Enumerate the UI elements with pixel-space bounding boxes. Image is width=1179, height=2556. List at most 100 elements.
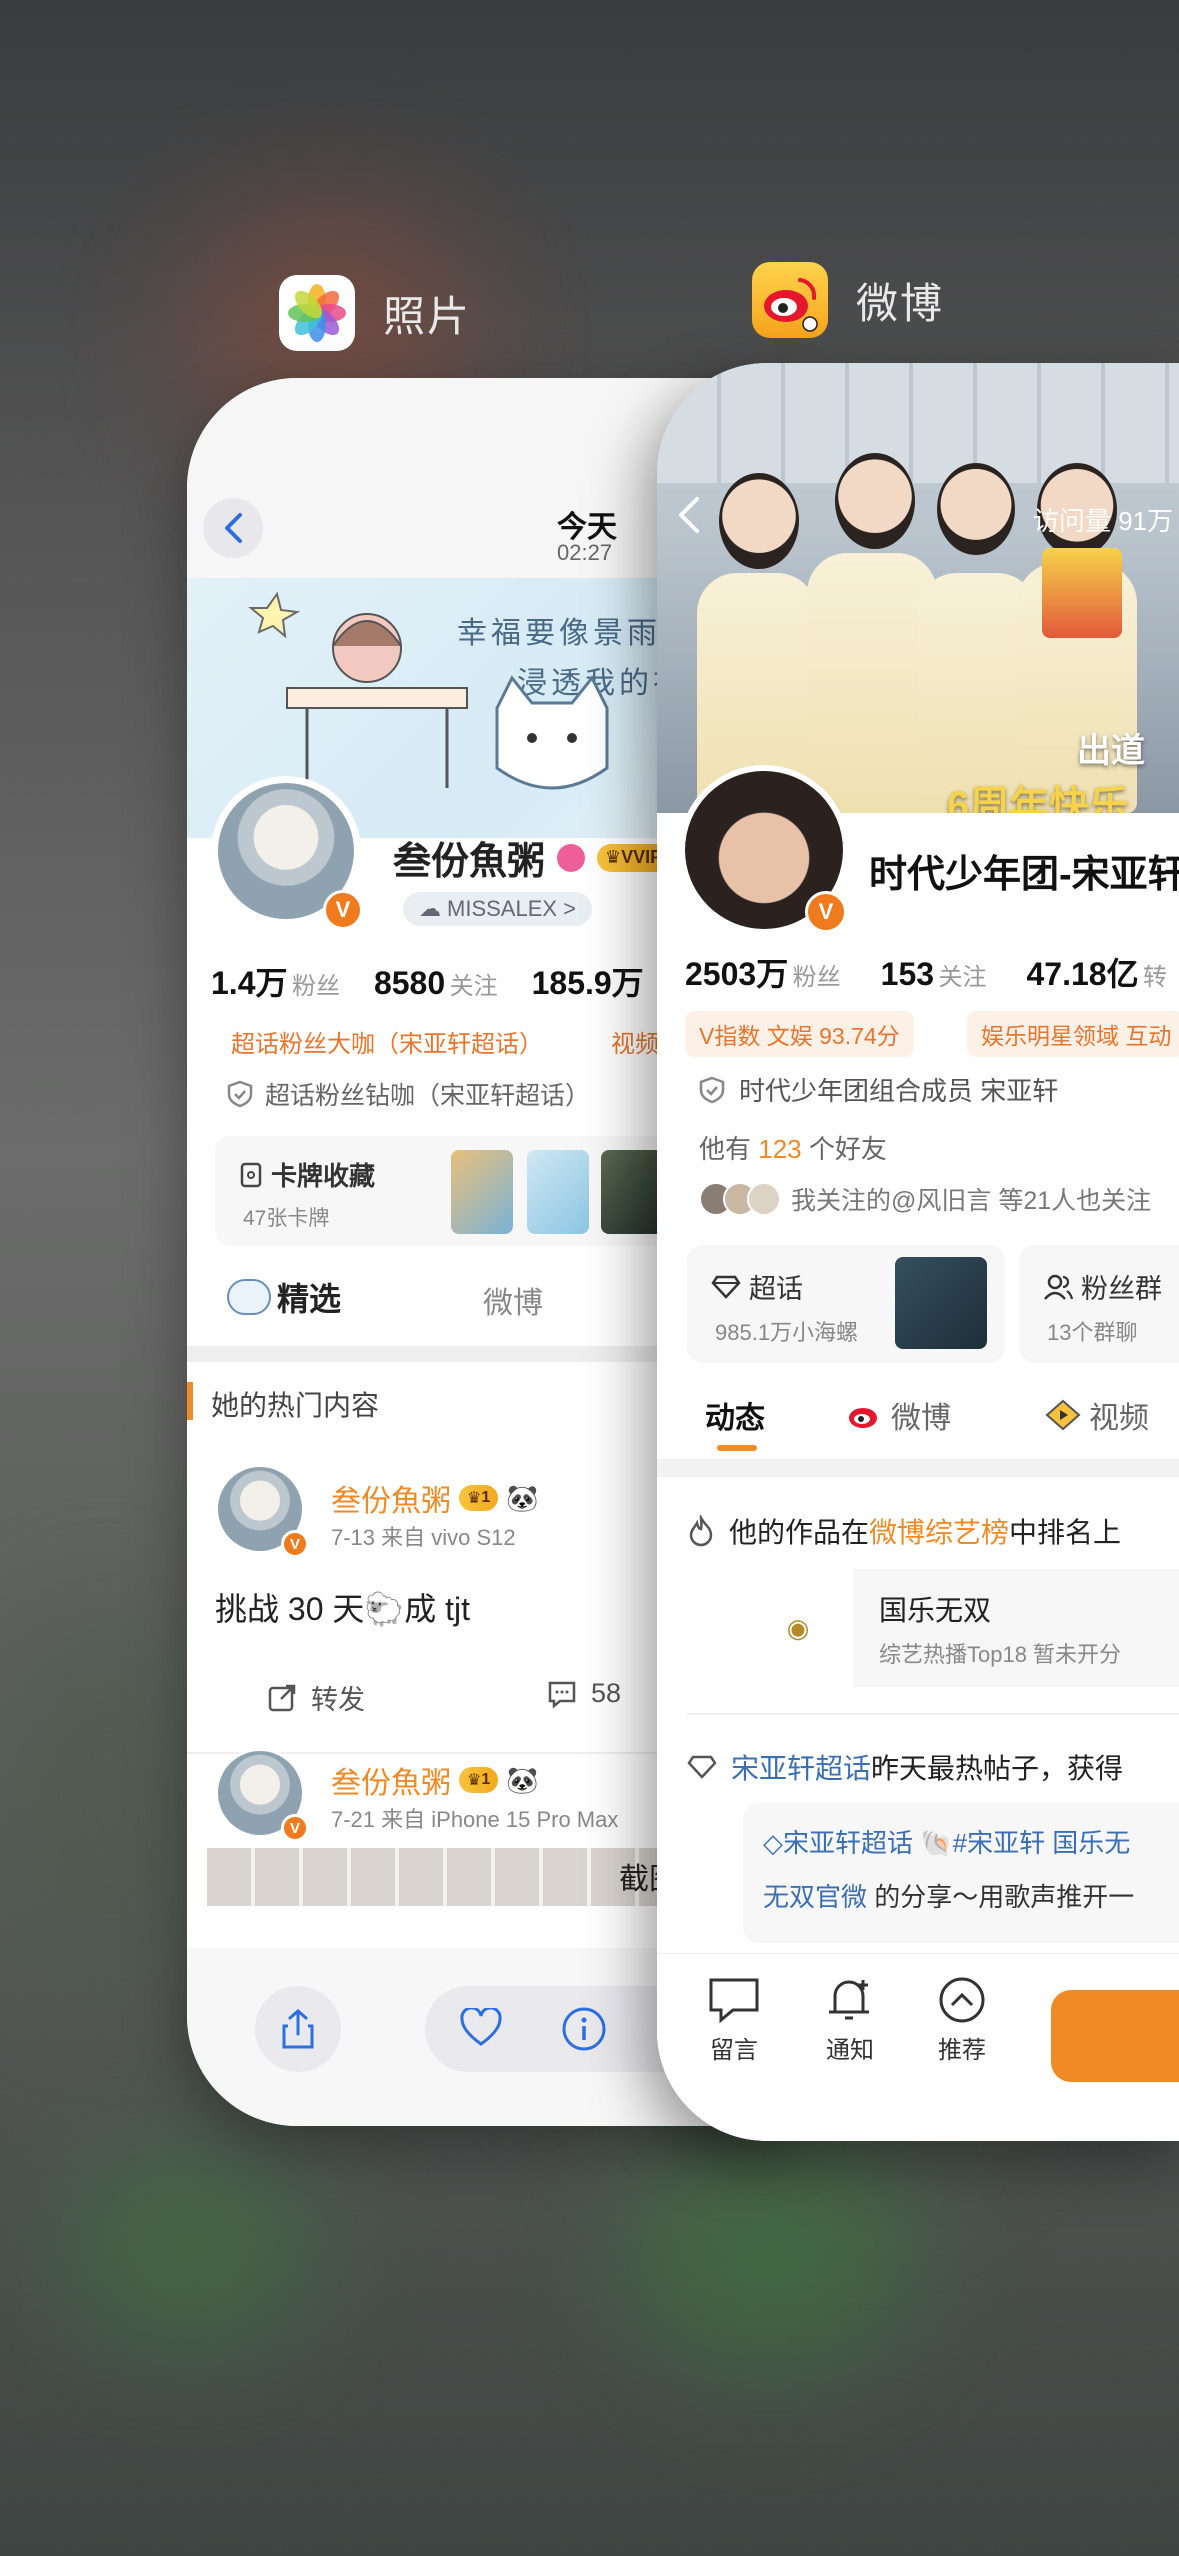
post1-text: 挑战 30 天🐑成 tjt [215, 1591, 471, 1627]
panda-icon: 🐼 [506, 1482, 539, 1513]
tab-dynamics[interactable]: 动态 [705, 1393, 765, 1437]
weibo-bottom-bar: 留言 通知 推荐 [657, 1953, 1179, 2141]
weibo-verified-badge: V [805, 891, 847, 933]
info-button[interactable] [561, 2006, 607, 2057]
weibo-profile-name: 时代少年团-宋亚轩 [869, 854, 1179, 896]
comment-button[interactable]: 58 [547, 1678, 621, 1709]
share-button[interactable] [255, 1986, 341, 2072]
back-button[interactable] [203, 498, 263, 558]
favorite-button[interactable] [459, 2006, 503, 2053]
v-index-chip[interactable]: V指数 文娱 93.74分 [685, 1011, 914, 1057]
stat-fans[interactable]: 1.4万 粉丝 [211, 958, 340, 1004]
search-badge-icon [557, 843, 586, 872]
recommend-button[interactable]: 推荐 [937, 1976, 987, 2065]
ranking-feed-item[interactable]: 他的作品在微博综艺榜中排名上 [687, 1511, 1121, 1551]
tab-divider [657, 1459, 1179, 1477]
show-logo: ◉ [743, 1569, 853, 1687]
tab-weibo[interactable]: 微博 [483, 1278, 543, 1322]
comment-icon [548, 1681, 576, 1709]
feed-divider [687, 1713, 1179, 1715]
weibo-app-label[interactable]: 微博 [752, 262, 944, 338]
follow-button[interactable] [1051, 1990, 1179, 2082]
quoted-post[interactable]: ◇宋亚轩超话 🐚#宋亚轩 国乐无 无双官微 的分享～用歌声推开一 [743, 1803, 1179, 1943]
tab-selected[interactable]: 精选 [227, 1274, 341, 1320]
stat-likes[interactable]: 185.9万 [532, 958, 644, 1004]
post1-author[interactable]: 叁份魚粥 [331, 1476, 451, 1520]
info-icon [562, 2007, 606, 2051]
show-title: 国乐无双 [879, 1595, 992, 1626]
message-button[interactable]: 留言 [707, 1976, 761, 2065]
supertopic-members: 985.1万小海螺 [715, 1320, 859, 1345]
visit-count: 访问量 91万 [1033, 506, 1174, 536]
post2-author[interactable]: 叁份魚粥 [331, 1758, 451, 1802]
card-collection[interactable]: 卡牌收藏 47张卡牌 [215, 1136, 665, 1246]
level-badge: ♛ 1 [459, 1485, 499, 1511]
verified-info: 时代少年团组合成员 宋亚轩 [699, 1071, 1058, 1108]
card-thumb-3 [601, 1150, 663, 1234]
message-icon [709, 1978, 759, 2024]
card-thumb-1 [451, 1150, 513, 1234]
profile-avatar[interactable]: V [211, 776, 363, 930]
card-thumb-2 [527, 1150, 589, 1234]
post2-image-strip[interactable] [207, 1848, 667, 1906]
profile-stats: 1.4万 粉丝 8580 关注 185.9万 [211, 958, 644, 1004]
cover-text-1: 出道 [1077, 732, 1145, 770]
profile-name: 叁份魚粥 [393, 841, 546, 883]
post2-meta: 7-21 来自 iPhone 15 Pro Max [331, 1807, 619, 1832]
pig-icon [227, 1279, 271, 1315]
supertopic-tag[interactable]: 超话粉丝大咖（宋亚轩超话） [231, 1024, 543, 1059]
fan-group-card[interactable]: 粉丝群 13个群聊 [1019, 1245, 1179, 1363]
share-icon [282, 2009, 314, 2049]
shield-icon [699, 1076, 725, 1103]
quoted-line-1: ◇宋亚轩超话 🐚#宋亚轩 国乐无 [763, 1828, 1131, 1858]
mutual-followers[interactable]: 我关注的@风旧言 等21人也关注 [699, 1181, 1151, 1217]
photo-time: 02:27 [557, 540, 613, 565]
group-icon [1044, 1274, 1073, 1300]
photos-app-icon [279, 275, 355, 351]
weibo-back-button[interactable] [675, 495, 701, 540]
card-collection-title: 卡牌收藏 [271, 1161, 376, 1191]
repost-button[interactable]: 转发 [267, 1678, 365, 1717]
supertopic-thumb [895, 1257, 987, 1349]
supertopic-card[interactable]: 超话 985.1万小海螺 [687, 1245, 1005, 1363]
photos-app-label[interactable]: 照片 [279, 275, 471, 351]
video-icon [1045, 1399, 1081, 1431]
hot-section-title: 她的热门内容 [211, 1390, 380, 1421]
supertopic-diamond-row[interactable]: 超话粉丝钻咖（宋亚轩超话） [227, 1076, 590, 1112]
chibi-illustration [248, 591, 468, 788]
video-tag[interactable]: 视频 [611, 1024, 659, 1059]
tab-video[interactable]: 视频 [1045, 1393, 1149, 1437]
weibo-stat-reposts[interactable]: 47.18亿 转 [1027, 949, 1168, 995]
weibo-profile-avatar[interactable]: V [679, 765, 849, 935]
flame-icon [689, 1515, 713, 1547]
domain-chip[interactable]: 娱乐明星领域 互动 [967, 1011, 1179, 1057]
quoted-line-2: 无双官微 的分享～用歌声推开一 [763, 1882, 1135, 1912]
weibo-app-card[interactable]: 访问量 91万 出道 6周年快乐 V 时代少年团-宋亚轩 2503万 粉丝 15… [657, 363, 1179, 2141]
post2-avatar[interactable]: V [215, 1748, 309, 1842]
post1-avatar[interactable]: V [215, 1464, 309, 1558]
cake [1042, 548, 1122, 638]
card-icon [240, 1162, 262, 1187]
post1-meta: 7-13 来自 vivo S12 [331, 1525, 516, 1550]
photos-app-name: 照片 [383, 292, 472, 340]
chevron-up-circle-icon [939, 1977, 985, 2023]
friends-count[interactable]: 他有 123 个好友 [699, 1129, 887, 1166]
show-card[interactable]: ◉ 国乐无双 综艺热播Top18 暂未开分 [743, 1569, 1179, 1687]
shield-icon [227, 1080, 253, 1108]
diamond-icon [711, 1275, 741, 1299]
verified-badge: V [323, 890, 363, 930]
diamond-icon [687, 1755, 717, 1779]
tab-underline [717, 1445, 757, 1451]
supertopic-feed-item[interactable]: 宋亚轩超话昨天最热帖子，获得 [687, 1747, 1123, 1787]
card-collection-count: 47张卡牌 [243, 1207, 330, 1230]
weibo-stat-following[interactable]: 153 关注 [881, 956, 987, 993]
repost-icon [268, 1684, 296, 1711]
panda-icon-2: 🐼 [506, 1764, 539, 1795]
profile-source-tag[interactable]: ☁ MISSALEX > [403, 892, 593, 926]
weibo-stat-fans[interactable]: 2503万 粉丝 [685, 949, 841, 995]
stat-following[interactable]: 8580 关注 [374, 965, 498, 1002]
fan-group-count: 13个群聊 [1047, 1320, 1138, 1345]
notify-button[interactable]: 通知 [825, 1976, 875, 2065]
tab-weibo-posts[interactable]: 微博 [847, 1393, 951, 1437]
level-badge-2: ♛ 1 [459, 1767, 499, 1793]
